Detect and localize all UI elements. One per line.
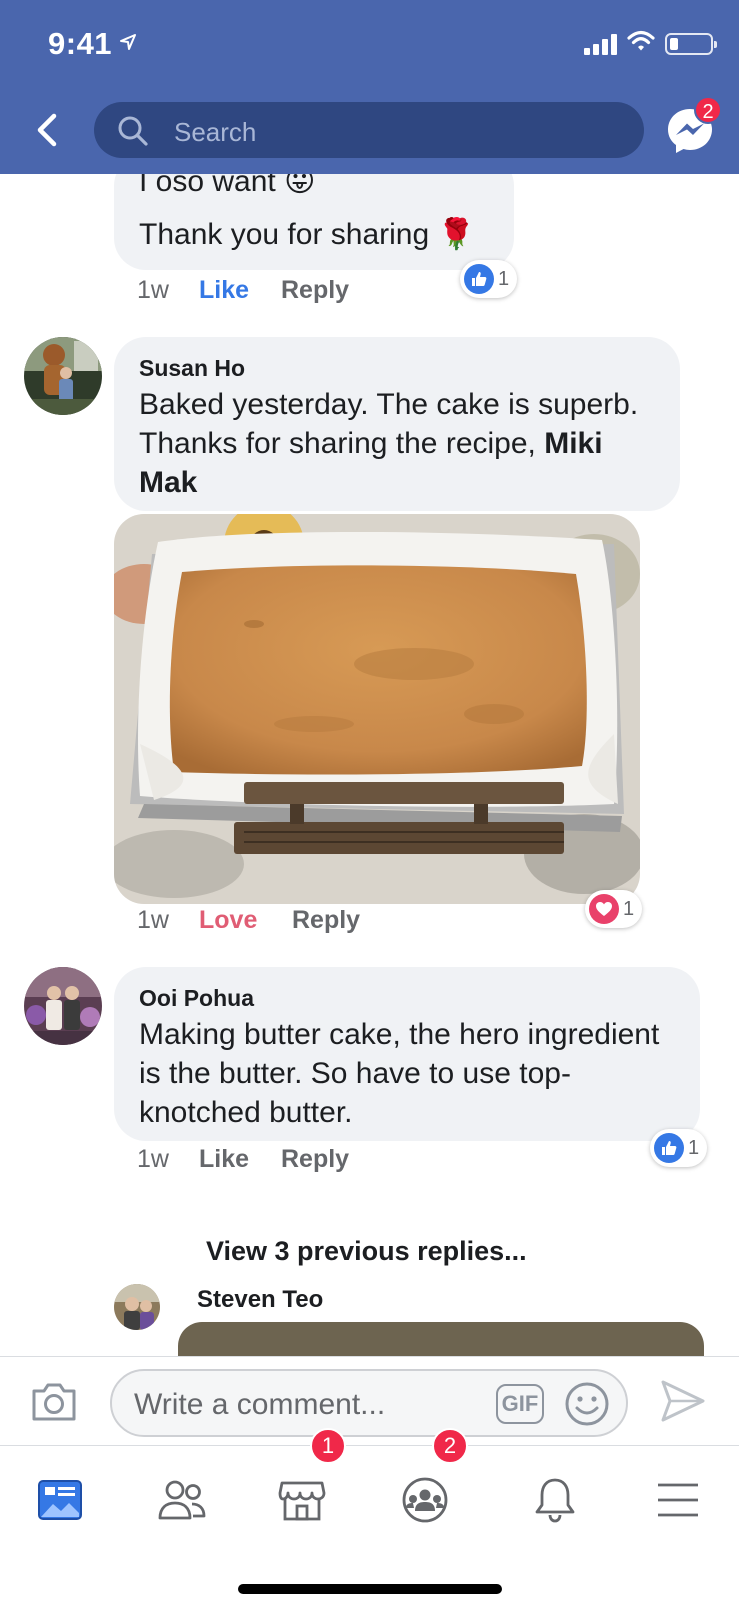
love-button[interactable]: Love	[199, 906, 257, 935]
news-feed-icon	[38, 1480, 82, 1520]
tab-bar: 1 2	[0, 1428, 739, 1600]
comment-bubble: Ooi Pohua Making butter cake, the hero i…	[114, 967, 700, 1141]
search-input[interactable]: Search	[94, 102, 644, 158]
like-reaction-icon	[464, 264, 494, 294]
comment-bubble: I oso want 😛 Thank you for sharing 🌹	[114, 174, 514, 270]
love-reaction-icon	[589, 894, 619, 924]
groups-icon	[402, 1477, 448, 1523]
status-icons	[584, 30, 717, 57]
tab-news-feed[interactable]	[30, 1470, 90, 1530]
cake-image	[114, 514, 640, 904]
comment-text: Making butter cake, the hero ingredient …	[139, 1018, 660, 1129]
reaction-count: 1	[498, 267, 510, 290]
reply-button[interactable]: Reply	[281, 1145, 349, 1174]
camera-icon[interactable]	[30, 1381, 78, 1428]
reply-photo-edge	[178, 1322, 704, 1356]
messenger-badge: 2	[694, 96, 722, 124]
tab-friends[interactable]	[152, 1470, 212, 1530]
menu-icon	[658, 1483, 698, 1517]
friends-icon	[158, 1480, 206, 1520]
back-button[interactable]	[30, 108, 66, 152]
status-time: 9:41	[48, 26, 113, 61]
reaction-count: 1	[623, 897, 635, 920]
avatar[interactable]	[24, 337, 102, 415]
like-button[interactable]: Like	[199, 1145, 249, 1174]
comment-placeholder: Write a comment...	[134, 1388, 386, 1421]
emoji-icon[interactable]	[564, 1381, 610, 1432]
reaction-count-badge[interactable]: 1	[650, 1129, 708, 1167]
tab-marketplace[interactable]	[272, 1470, 332, 1530]
comments-list: I oso want 😛 Thank you for sharing 🌹 1 1…	[0, 174, 739, 1356]
location-arrow-icon	[120, 34, 136, 55]
comment-time: 1w	[137, 906, 169, 934]
reaction-count-badge[interactable]: 1	[585, 890, 643, 928]
groups-badge: 2	[432, 1428, 468, 1464]
comment-time: 1w	[137, 276, 169, 304]
notifications-icon	[535, 1478, 575, 1523]
tab-groups[interactable]	[395, 1470, 455, 1530]
tab-notifications[interactable]	[525, 1470, 585, 1530]
comment-text-line: I oso want 😛	[139, 174, 316, 198]
tab-menu[interactable]	[648, 1470, 708, 1530]
avatar[interactable]	[114, 1284, 160, 1330]
like-reaction-icon	[654, 1133, 684, 1163]
gif-button[interactable]: GIF	[496, 1384, 544, 1424]
marketplace-icon	[278, 1481, 326, 1521]
send-icon[interactable]	[660, 1379, 706, 1428]
search-icon	[116, 114, 150, 153]
marketplace-badge: 1	[310, 1428, 346, 1464]
comment-composer: Write a comment... GIF	[0, 1356, 739, 1446]
comment-input[interactable]: Write a comment... GIF	[110, 1369, 628, 1437]
comment-text: Baked yesterday. The cake is superb. Tha…	[139, 385, 669, 502]
home-indicator	[238, 1584, 502, 1594]
comment-text-line: Thank you for sharing 🌹	[139, 218, 475, 251]
reply-button[interactable]: Reply	[292, 906, 360, 935]
app-header: 9:41 Search 2	[0, 0, 739, 174]
comment-photo[interactable]	[114, 514, 640, 904]
comment-bubble: Susan Ho Baked yesterday. The cake is su…	[114, 337, 680, 511]
reaction-count-badge[interactable]: 1	[460, 260, 518, 298]
comment-author[interactable]: Ooi Pohua	[139, 985, 254, 1012]
comment-time: 1w	[137, 1145, 169, 1173]
signal-icon	[584, 33, 617, 55]
search-placeholder: Search	[174, 117, 257, 147]
comment-author[interactable]: Susan Ho	[139, 355, 245, 382]
like-button[interactable]: Like	[199, 276, 249, 305]
view-previous-replies-link[interactable]: View 3 previous replies...	[206, 1236, 527, 1267]
battery-icon	[665, 32, 717, 55]
reaction-count: 1	[688, 1136, 700, 1159]
reply-button[interactable]: Reply	[281, 276, 349, 305]
reply-author[interactable]: Steven Teo	[197, 1286, 323, 1314]
wifi-icon	[627, 30, 655, 57]
avatar[interactable]	[24, 967, 102, 1045]
